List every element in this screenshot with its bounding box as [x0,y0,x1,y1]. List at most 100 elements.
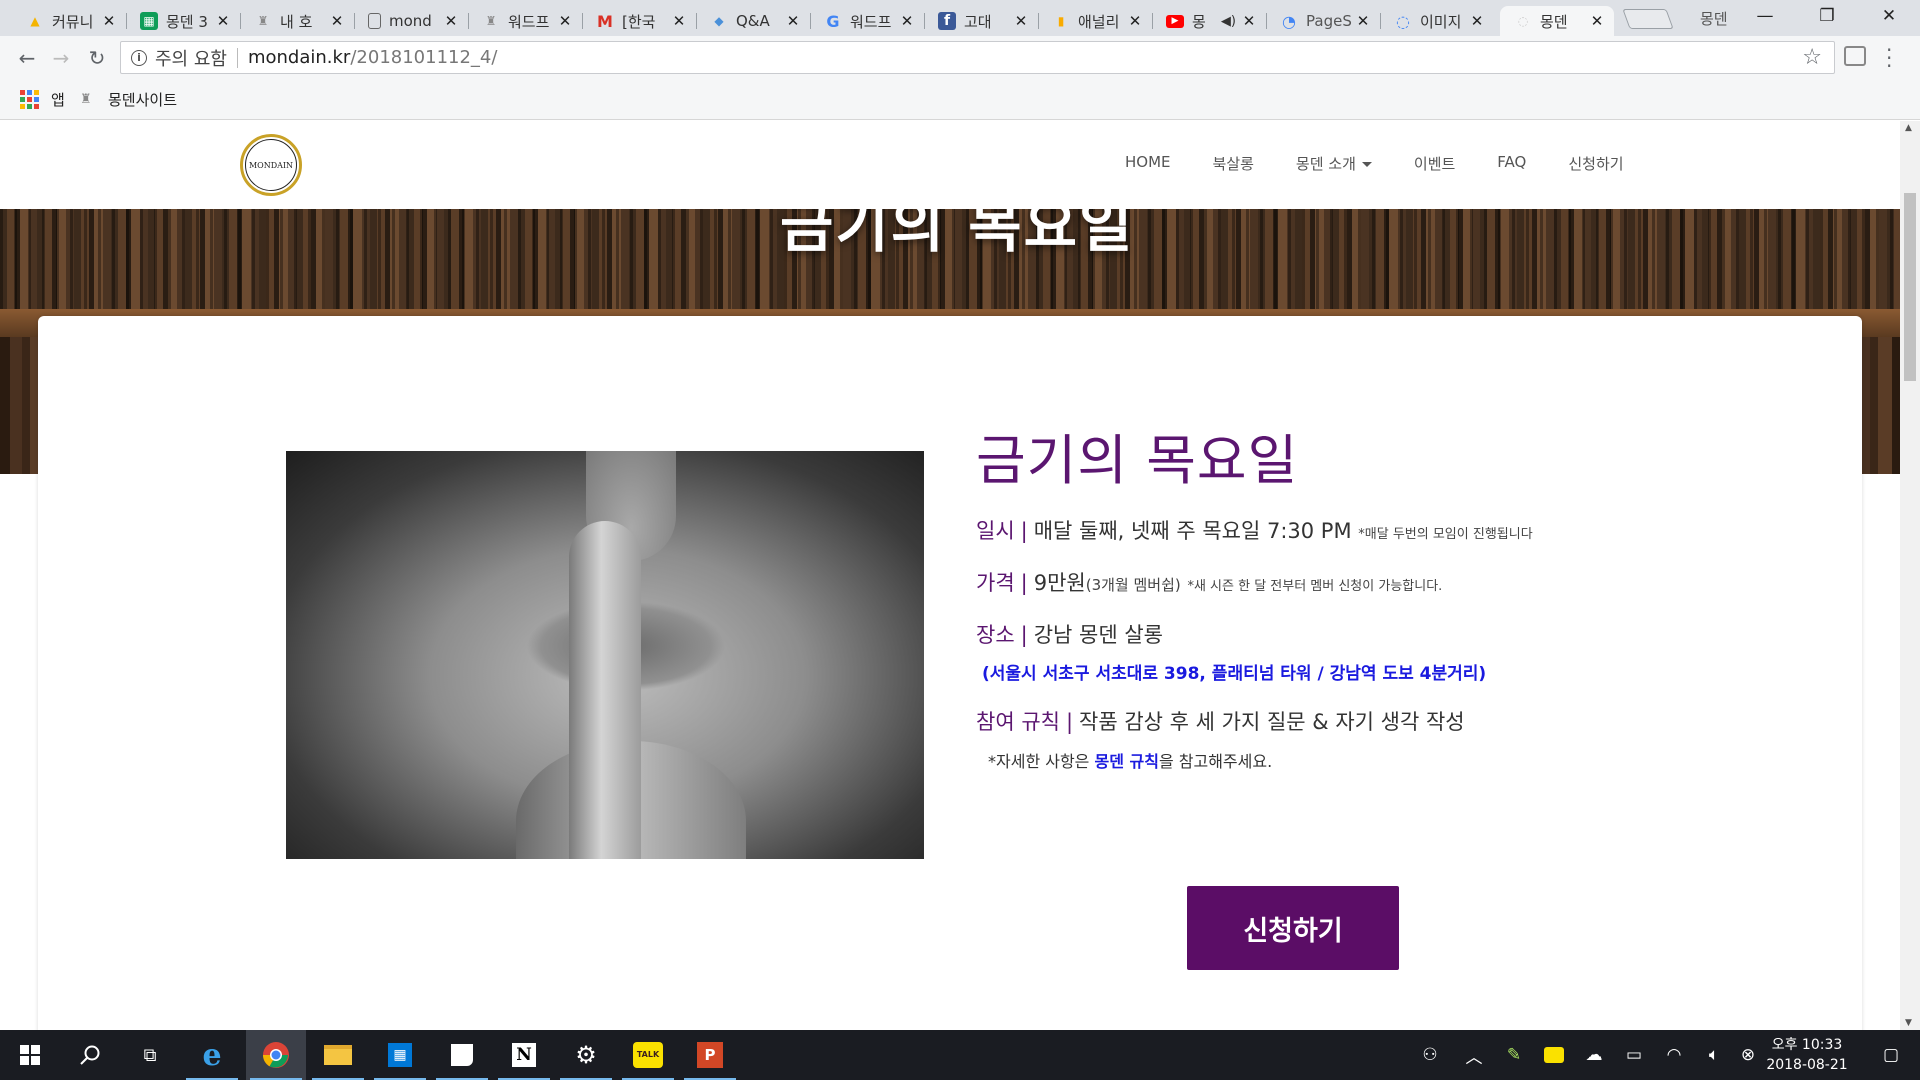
close-tab-icon[interactable]: ✕ [328,12,346,30]
close-tab-icon[interactable]: ✕ [1126,12,1144,30]
close-tab-icon[interactable]: ✕ [1354,12,1372,30]
close-tab-icon[interactable]: ✕ [556,12,574,30]
place-address: (서울시 서초구 서초대로 398, 플래티넘 타워 / 강남역 도보 4분거리… [982,664,1487,684]
bookmark-star-icon[interactable]: ☆ [1802,45,1822,70]
browser-tab[interactable]: ◔ PageS ✕ [1266,6,1380,36]
browser-tab[interactable]: ▶ 몽 ◀) ✕ [1152,6,1266,36]
system-clock[interactable]: 오후 10:33 2018-08-21 [1762,1035,1852,1075]
browser-tab[interactable]: ▦ 몽덴 3 ✕ [126,6,240,36]
speaker-icon[interactable]: ◀) [1221,14,1236,29]
close-tab-icon[interactable]: ✕ [214,12,232,30]
close-tab-icon[interactable]: ✕ [1588,12,1606,30]
close-tab-icon[interactable]: ✕ [784,12,802,30]
close-tab-icon[interactable]: ✕ [100,12,118,30]
bookmark-mondain-site[interactable]: ♜ 몽덴사이트 [80,89,177,110]
sticky-notes-icon[interactable] [432,1030,492,1080]
security-warning[interactable]: 주의 요함 [155,45,227,71]
browser-menu-icon[interactable]: · · · [1886,40,1892,76]
browser-tab[interactable]: ♜ 워드프 ✕ [468,6,582,36]
kakaotalk-tray-icon[interactable] [1534,1030,1574,1080]
forward-icon[interactable]: → [48,45,74,71]
browser-tab[interactable]: ▮ 애널리 ✕ [1038,6,1152,36]
close-tab-icon[interactable]: ✕ [442,12,460,30]
label-divider: | [1020,623,1028,647]
rules-label: 참여 규칙 [976,710,1060,734]
nav-apply[interactable]: 신청하기 [1568,153,1623,174]
show-hidden-icons[interactable]: ︿ [1454,1030,1494,1080]
site-nav-links: HOME 북살롱 몽덴 소개 이벤트 FAQ 신청하기 [1125,153,1666,174]
document-icon [368,13,381,29]
tray-app-icon[interactable]: ✎ [1494,1030,1534,1080]
ime-icon[interactable]: ⊗ [1730,1030,1766,1080]
photo-shape [569,521,641,859]
nav-book-salon[interactable]: 북살롱 [1213,153,1254,174]
google-icon: ◌ [1396,11,1410,31]
scroll-down-icon[interactable]: ▼ [1905,1018,1912,1028]
extension-icon[interactable] [1844,46,1866,66]
browser-tab[interactable]: M [한국 ✕ [582,6,696,36]
price-row: 가격 | 9만원(3개월 멤버쉽) *새 시즌 한 달 전부터 멤버 신청이 가능합… [976,567,1756,597]
site-logo[interactable]: MONDAIN [240,134,302,196]
info-icon[interactable]: i [131,49,147,66]
place-value: 강남 몽덴 살롱 [1033,623,1163,647]
browser-tab[interactable]: ◆ Q&A ✕ [696,6,810,36]
wifi-icon[interactable]: ◠ [1654,1030,1694,1080]
nav-faq[interactable]: FAQ [1497,153,1526,174]
restore-icon[interactable]: ❐ [1796,0,1858,32]
page-viewport: MONDAIN HOME 북살롱 몽덴 소개 이벤트 FAQ 신청하기 금기의 … [0,121,1900,1030]
schedule-value: 매달 둘째, 넷째 주 목요일 7:30 PM [1033,519,1352,543]
analytics-icon: ▮ [1057,14,1065,28]
browser-tab[interactable]: ▲ 커뮤니 ✕ [12,6,126,36]
nav-about[interactable]: 몽덴 소개 [1296,153,1372,174]
start-icon[interactable] [0,1030,60,1080]
close-tab-icon[interactable]: ✕ [1240,12,1258,30]
onedrive-icon[interactable]: ☁ [1574,1030,1614,1080]
settings-icon[interactable]: ⚙ [556,1030,616,1080]
close-window-icon[interactable]: ✕ [1858,0,1920,32]
reload-icon[interactable]: ↻ [84,45,110,71]
browser-tab[interactable]: mond ✕ [354,6,468,36]
close-tab-icon[interactable]: ✕ [1012,12,1030,30]
close-tab-icon[interactable]: ✕ [898,12,916,30]
people-icon[interactable]: ⚇ [1410,1030,1450,1080]
notion-icon[interactable]: N [494,1030,554,1080]
google-drive-icon: ▲ [30,14,40,28]
close-tab-icon[interactable]: ✕ [1468,12,1486,30]
internet-explorer-icon[interactable]: e [182,1030,242,1080]
bookmark-apps[interactable]: 앱 [20,89,65,110]
kakaotalk-icon[interactable]: TALK [618,1030,678,1080]
search-icon[interactable] [60,1030,120,1080]
minimize-icon[interactable]: — [1734,0,1796,32]
browser-tab[interactable]: f 고대 ✕ [924,6,1038,36]
chrome-icon[interactable] [246,1030,306,1080]
gmail-icon: M [597,11,613,31]
browser-tab[interactable]: G 워드프 ✕ [810,6,924,36]
scroll-up-icon[interactable]: ▲ [1905,123,1912,133]
browser-tab[interactable]: ◌ 이미지 ✕ [1380,6,1494,36]
close-tab-icon[interactable]: ✕ [670,12,688,30]
browser-tab-active[interactable]: ◌ 몽덴 ✕ [1500,6,1614,36]
label-divider: | [1065,710,1074,734]
task-view-icon[interactable]: ⧉ [120,1030,180,1080]
mondain-site-icon: ♜ [80,91,92,107]
apply-button[interactable]: 신청하기 [1187,886,1399,970]
rules-value: 작품 감상 후 세 가지 질문 & 자기 생각 작성 [1079,710,1465,734]
new-tab-button[interactable] [1622,9,1674,29]
volume-icon[interactable]: 🔈︎ [1694,1030,1734,1080]
file-explorer-icon[interactable] [308,1030,368,1080]
scroll-thumb[interactable] [1904,193,1916,381]
notifications-icon[interactable]: ▢ [1862,1030,1920,1080]
nav-home[interactable]: HOME [1125,153,1171,174]
battery-icon[interactable]: ▭ [1614,1030,1654,1080]
back-icon[interactable]: ← [14,45,40,71]
nav-events[interactable]: 이벤트 [1414,153,1455,174]
page-scrollbar[interactable]: ▲ ▼ [1900,121,1920,1030]
mondain-site-icon: ♜ [257,14,269,28]
powerpoint-icon[interactable]: P [680,1030,740,1080]
address-bar[interactable]: i 주의 요함 mondain.kr/2018101112_4/ ☆ [120,41,1835,74]
price-note: *새 시즌 한 달 전부터 멤버 신청이 가능합니다. [1187,579,1443,594]
browser-tab[interactable]: ♜ 내 호 ✕ [240,6,354,36]
rules-link[interactable]: 몽덴 규칙 [1095,752,1159,771]
profile-button[interactable]: 몽덴 [1700,8,1728,29]
store-icon[interactable]: ▦ [370,1030,430,1080]
